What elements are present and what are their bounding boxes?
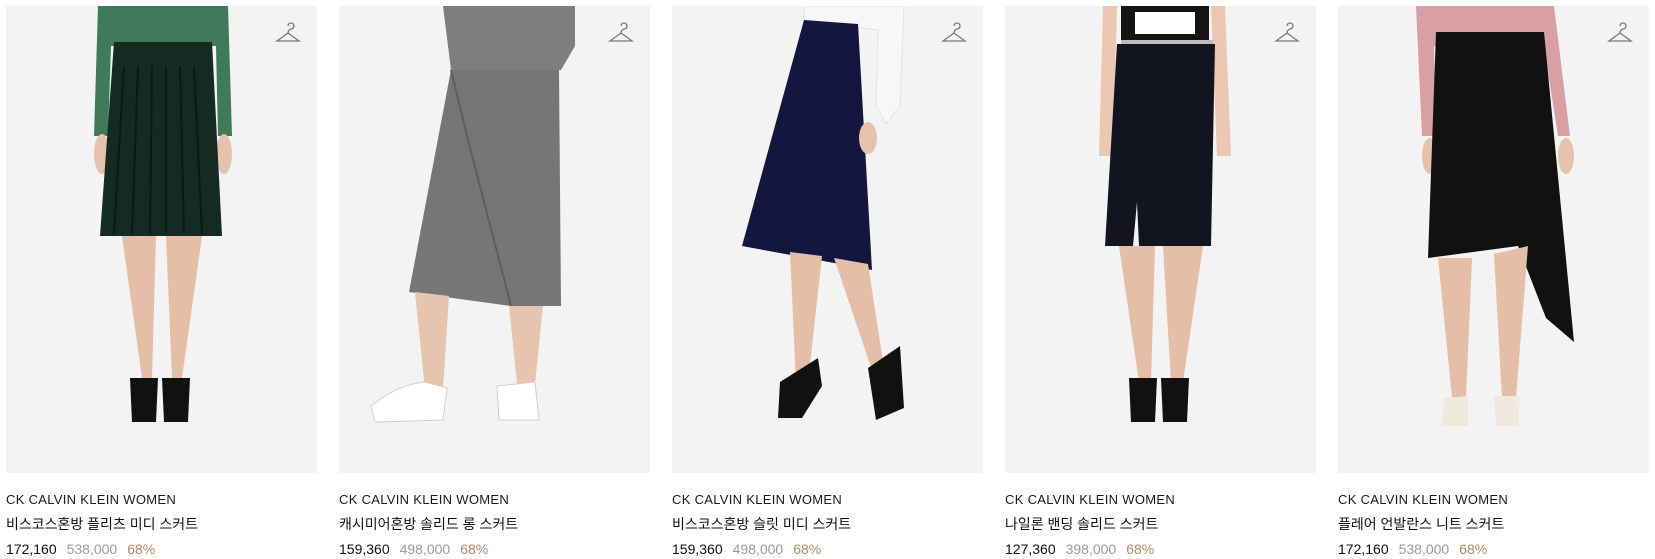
product-brand[interactable]: CK CALVIN KLEIN WOMEN	[6, 492, 317, 507]
hanger-icon[interactable]	[1274, 22, 1300, 48]
product-image[interactable]	[672, 6, 983, 473]
product-photo	[672, 6, 983, 473]
sale-price: 159,360	[672, 541, 723, 557]
product-brand[interactable]: CK CALVIN KLEIN WOMEN	[672, 492, 983, 507]
product-name[interactable]: 비스코스혼방 슬릿 미디 스커트	[672, 514, 983, 534]
product-card[interactable]: CK CALVIN KLEIN WOMEN 나일론 밴딩 솔리드 스커트 127…	[1005, 6, 1316, 557]
product-image[interactable]	[1005, 6, 1316, 473]
discount-rate: 68%	[1459, 541, 1488, 557]
product-photo	[6, 6, 317, 473]
product-brand[interactable]: CK CALVIN KLEIN WOMEN	[1338, 492, 1649, 507]
sale-price: 172,160	[6, 541, 57, 557]
product-name[interactable]: 나일론 밴딩 솔리드 스커트	[1005, 514, 1316, 534]
product-card[interactable]: CK CALVIN KLEIN WOMEN 플레어 언발란스 니트 스커트 17…	[1338, 6, 1649, 557]
discount-rate: 68%	[460, 541, 489, 557]
product-name[interactable]: 비스코스혼방 플리츠 미디 스커트	[6, 514, 317, 534]
discount-rate: 68%	[127, 541, 156, 557]
price-row: 159,360 498,000 68%	[339, 541, 650, 557]
product-brand[interactable]: CK CALVIN KLEIN WOMEN	[339, 492, 650, 507]
hanger-icon[interactable]	[608, 22, 634, 48]
product-photo	[1338, 6, 1649, 473]
original-price: 498,000	[732, 541, 784, 557]
hanger-icon[interactable]	[941, 22, 967, 48]
discount-rate: 68%	[793, 541, 822, 557]
product-name[interactable]: 플레어 언발란스 니트 스커트	[1338, 514, 1649, 534]
product-photo	[339, 6, 650, 473]
product-card[interactable]: CK CALVIN KLEIN WOMEN 비스코스혼방 플리츠 미디 스커트 …	[6, 6, 317, 557]
product-card[interactable]: CK CALVIN KLEIN WOMEN 비스코스혼방 슬릿 미디 스커트 1…	[672, 6, 983, 557]
sale-price: 172,160	[1338, 541, 1389, 557]
product-image[interactable]	[6, 6, 317, 473]
original-price: 398,000	[1065, 541, 1117, 557]
sale-price: 159,360	[339, 541, 390, 557]
sale-price: 127,360	[1005, 541, 1056, 557]
price-row: 127,360 398,000 68%	[1005, 541, 1316, 557]
original-price: 538,000	[66, 541, 118, 557]
hanger-icon[interactable]	[1607, 22, 1633, 48]
product-image[interactable]	[1338, 6, 1649, 473]
product-image[interactable]	[339, 6, 650, 473]
product-brand[interactable]: CK CALVIN KLEIN WOMEN	[1005, 492, 1316, 507]
hanger-icon[interactable]	[275, 22, 301, 48]
price-row: 172,160 538,000 68%	[1338, 541, 1649, 557]
price-row: 159,360 498,000 68%	[672, 541, 983, 557]
original-price: 498,000	[399, 541, 451, 557]
product-card[interactable]: CK CALVIN KLEIN WOMEN 캐시미어혼방 솔리드 롱 스커트 1…	[339, 6, 650, 557]
product-photo	[1005, 6, 1316, 473]
product-name[interactable]: 캐시미어혼방 솔리드 롱 스커트	[339, 514, 650, 534]
product-grid: CK CALVIN KLEIN WOMEN 비스코스혼방 플리츠 미디 스커트 …	[6, 6, 1649, 557]
original-price: 538,000	[1398, 541, 1450, 557]
price-row: 172,160 538,000 68%	[6, 541, 317, 557]
discount-rate: 68%	[1126, 541, 1155, 557]
